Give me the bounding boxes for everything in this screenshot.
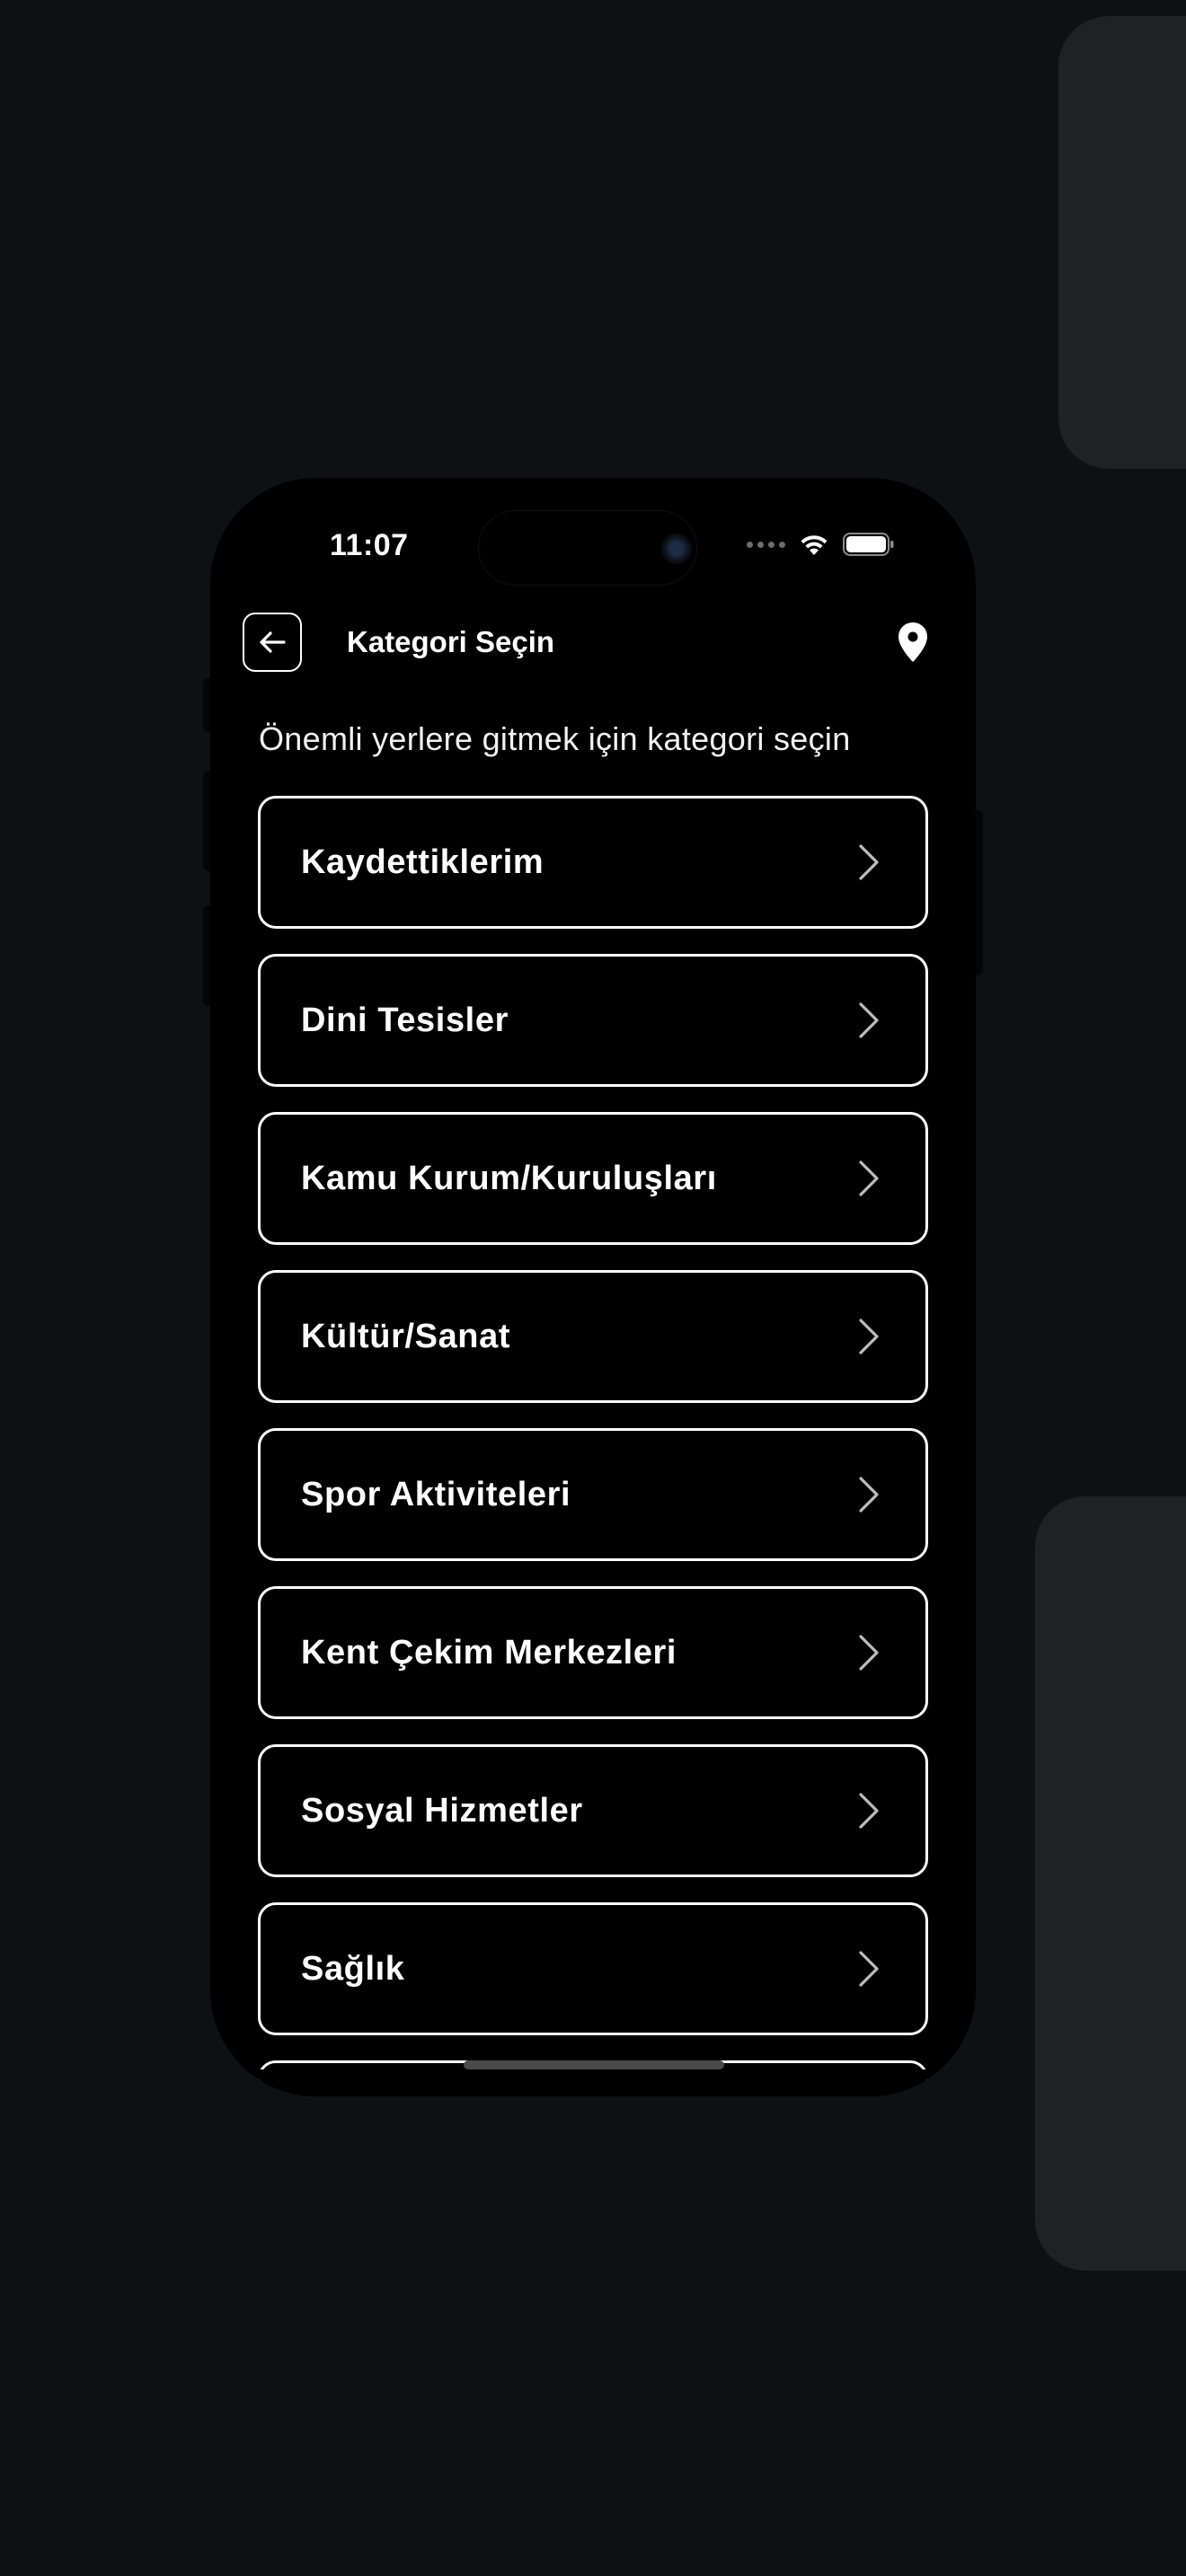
chevron-right-icon: [859, 1635, 879, 1671]
arrow-left-icon: [260, 631, 286, 653]
phone-screen: 11:07 Kategori Seçin Önemli yerlere gitm…: [210, 478, 976, 2096]
category-list: Kaydettiklerim Dini Tesisler Kamu Kurum/…: [258, 796, 928, 2096]
category-label: Dini Tesisler: [301, 1001, 509, 1039]
screen-bottom-edge: [210, 2069, 976, 2096]
chevron-right-icon: [859, 1793, 879, 1829]
category-label: Kaydettiklerim: [301, 842, 544, 881]
background-card-bottom: [1035, 1496, 1186, 2271]
category-label: Spor Aktiviteleri: [301, 1475, 571, 1513]
location-button[interactable]: [895, 618, 931, 666]
category-label: Sağlık: [301, 1949, 405, 1988]
category-item-spor-aktiviteleri[interactable]: Spor Aktiviteleri: [258, 1428, 928, 1561]
category-label: Kamu Kurum/Kuruluşları: [301, 1159, 717, 1197]
category-item-dini-tesisler[interactable]: Dini Tesisler: [258, 954, 928, 1087]
category-item-saglik[interactable]: Sağlık: [258, 1902, 928, 2035]
chevron-right-icon: [859, 1951, 879, 1987]
page-background: 11:07 Kategori Seçin Önemli yerlere gitm…: [0, 0, 1186, 2576]
category-label: Kent Çekim Merkezleri: [301, 1633, 677, 1672]
home-indicator[interactable]: [464, 2060, 724, 2069]
status-bar: 11:07: [210, 478, 976, 622]
battery-icon: [843, 533, 894, 556]
back-button[interactable]: [243, 613, 302, 672]
category-item-kent-cekim-merkezleri[interactable]: Kent Çekim Merkezleri: [258, 1586, 928, 1719]
page-title: Kategori Seçin: [347, 625, 555, 658]
category-item-kamu-kurum[interactable]: Kamu Kurum/Kuruluşları: [258, 1112, 928, 1245]
category-item-kultur-sanat[interactable]: Kültür/Sanat: [258, 1270, 928, 1403]
camera-icon: [661, 534, 692, 564]
chevron-right-icon: [859, 1477, 879, 1513]
status-time: 11:07: [330, 528, 409, 562]
chevron-right-icon: [859, 1319, 879, 1354]
map-pin-icon: [898, 622, 927, 662]
chevron-right-icon: [859, 1002, 879, 1038]
category-item-sosyal-hizmetler[interactable]: Sosyal Hizmetler: [258, 1744, 928, 1877]
app-header: Kategori Seçin: [210, 602, 976, 692]
status-icons: [747, 532, 895, 557]
category-item-kaydettiklerim[interactable]: Kaydettiklerim: [258, 796, 928, 929]
instruction-text: Önemli yerlere gitmek için kategori seçi…: [259, 720, 851, 757]
background-card-top: [1058, 16, 1186, 469]
dots-icon: [747, 541, 785, 548]
category-label: Sosyal Hizmetler: [301, 1791, 583, 1830]
chevron-right-icon: [859, 844, 879, 880]
wifi-icon: [801, 535, 828, 555]
chevron-right-icon: [859, 1160, 879, 1196]
category-label: Kültür/Sanat: [301, 1317, 511, 1355]
